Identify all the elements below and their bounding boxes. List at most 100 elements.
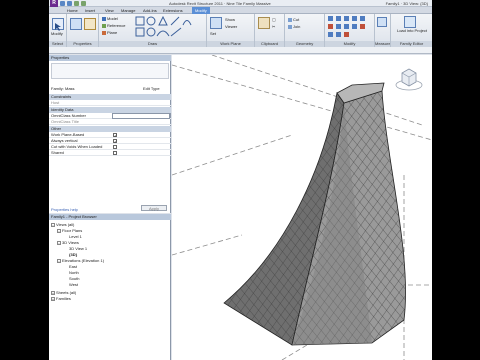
tree-north[interactable]: North [69,270,79,275]
letterbox-right [432,0,480,360]
modify-button-label[interactable]: Modify [51,31,63,36]
group-modify: Modify [325,14,375,47]
project-browser-header: Family1 - Project Browser [49,214,171,220]
tab-insert[interactable]: Insert [85,7,95,14]
type-name[interactable]: Family: Mass Edit Type [49,86,171,92]
row-shared: Shared [49,150,171,156]
paste-icon[interactable] [258,17,270,29]
tab-add-ins[interactable]: Add-Ins [143,7,157,14]
group-work-plane: Show Viewer Set Work Plane [207,14,255,47]
cut-geometry-label: Cut [293,17,300,22]
cut-icon[interactable]: ✂ [272,24,275,29]
title-bar: R Autodesk Revit Structure 2011 · Nine T… [49,0,432,7]
tree-label: Views (all) [56,222,75,227]
tree-3d-views[interactable]: −3D Views [57,240,79,245]
tree-label: 3D Views [62,240,79,245]
shared-checkbox[interactable] [113,151,117,155]
save-icon[interactable] [67,1,72,6]
apply-button[interactable]: Apply [141,205,167,211]
tree-3d-default[interactable]: {3D} [69,252,77,257]
tree-floor-plans[interactable]: − Floor Plans [57,228,82,233]
tab-home[interactable]: Home [67,7,78,14]
reference-plane-icon [102,30,106,35]
always-vertical-checkbox[interactable]: ✓ [113,139,117,144]
join-geometry-label: Join [293,24,301,29]
draw-reference-button[interactable]: Reference [102,23,125,28]
tree-south[interactable]: South [69,276,79,281]
tree-east[interactable]: East [69,264,77,269]
row-omniclass-title: OmniClass Title [49,119,171,125]
viewcube[interactable] [394,63,424,98]
always-vertical-label: Always vertical [51,138,78,143]
tab-view[interactable]: View [105,7,114,14]
ribbon-tabs: Home Insert View Manage Add-Ins Extensio… [49,7,432,14]
group-properties: Properties [67,14,99,47]
cut-geometry-button[interactable]: Cut [288,17,299,22]
tree-views-all[interactable]: − Views (all) [51,222,74,227]
cut-with-voids-label: Cut with Voids When Loaded [51,144,103,149]
modify-cursor-icon[interactable] [52,18,64,31]
undo-icon[interactable] [74,1,79,6]
type-selector[interactable] [51,63,169,79]
tree-label: Families [56,296,71,301]
draw-shapes-gallery[interactable] [135,16,203,38]
load-into-project-icon[interactable] [404,16,416,28]
tree-level-1[interactable]: Level 1 [69,234,82,239]
show-work-plane-button[interactable]: Show [225,17,235,22]
letterbox-left [0,0,49,360]
expand-toggle-icon[interactable]: − [57,258,61,263]
tree-west[interactable]: West [69,282,78,287]
redo-icon[interactable] [81,1,86,6]
tree-3d-view-1[interactable]: 3D View 1 [69,246,87,251]
cut-with-voids-checkbox[interactable] [113,145,117,149]
copy-icon[interactable]: ▢ [272,17,276,22]
set-button[interactable]: Set [210,31,216,36]
draw-model-label: Model [107,16,118,21]
tree-families[interactable]: + Families [51,296,71,301]
draw-model-button[interactable]: Model [102,16,118,21]
window-title: Autodesk Revit Structure 2011 · Nine Til… [169,1,271,6]
mass-model-drawing [172,55,432,360]
group-family-editor: Load into Project Family Editor [391,14,432,47]
viewer-button[interactable]: Viewer [225,24,237,29]
properties-icon[interactable] [70,18,82,30]
type-name-label: Family: Mass [51,86,75,91]
tab-extensions[interactable]: Extensions [163,7,183,14]
3d-view-canvas[interactable] [172,55,432,360]
expand-toggle-icon[interactable]: − [57,228,61,233]
cut-geometry-icon [288,17,292,22]
join-geometry-icon [288,24,292,29]
application-menu-icon[interactable]: R [50,0,58,7]
group-select: Modify Select [49,14,67,47]
family-types-icon[interactable] [84,18,96,30]
join-geometry-button[interactable]: Join [288,24,300,29]
tree-sheets[interactable]: + Sheets (all) [51,290,76,295]
group-measure: Measure [375,14,391,47]
omniclass-number-label: OmniClass Number [51,113,86,118]
row-host: Host [49,100,171,106]
work-plane-based-checkbox[interactable]: ✓ [113,133,117,138]
modify-tools-icons[interactable] [328,16,372,38]
expand-toggle-icon[interactable]: − [57,240,61,245]
expand-toggle-icon[interactable]: − [51,222,55,227]
tab-modify[interactable]: Modify [192,7,210,14]
properties-palette: Properties Family: Mass Edit Type Constr… [49,55,171,213]
open-icon[interactable] [60,1,65,6]
properties-help-link[interactable]: Properties help [51,207,78,212]
draw-plane-button[interactable]: Plane [102,30,117,35]
edit-type-button[interactable]: Edit Type [143,86,160,92]
set-work-plane-icon[interactable] [210,17,222,29]
load-into-project-label[interactable]: Load into Project [393,29,431,33]
model-line-icon [102,16,106,21]
expand-toggle-icon[interactable]: + [51,296,55,301]
project-browser: Family1 - Project Browser − Views (all) −… [49,214,171,360]
expand-toggle-icon[interactable]: + [51,290,55,295]
view-indicator: Family1 · 3D View: {3D} [385,1,428,6]
tree-label: Sheets (all) [56,290,77,295]
tab-manage[interactable]: Manage [121,7,135,14]
group-clipboard: ▢ ✂ Clipboard [255,14,285,47]
tree-elevations[interactable]: − Elevations (Elevation 1) [57,258,104,263]
work-plane-based-label: Work Plane-Based [51,132,85,137]
reference-line-icon [102,23,106,28]
measure-icon[interactable] [377,17,387,27]
